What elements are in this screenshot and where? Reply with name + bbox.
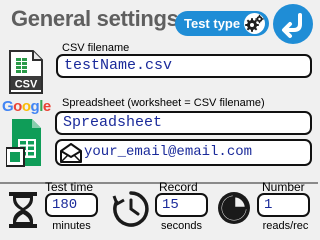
csv-filename-input[interactable]: testName.csv xyxy=(56,54,312,78)
clock-icon xyxy=(112,190,150,228)
test-type-button[interactable]: Test type xyxy=(175,11,269,36)
google-sheets-icon xyxy=(5,117,42,167)
pie-chart-icon xyxy=(216,190,252,226)
gear-icon xyxy=(244,13,265,34)
test-type-label: Test type xyxy=(184,16,241,31)
test-time-input[interactable]: 180 xyxy=(45,193,98,217)
back-button[interactable] xyxy=(273,4,313,44)
number-input[interactable]: 1 xyxy=(257,193,310,217)
email-field[interactable]: your_email@email.com xyxy=(55,139,312,166)
email-value: your_email@email.com xyxy=(84,144,253,160)
number-unit: reads/rec xyxy=(262,220,309,232)
test-time-label: Test time xyxy=(45,180,94,194)
csv-filename-label: CSV filename xyxy=(62,42,130,54)
hourglass-icon xyxy=(8,192,38,228)
page-title: General settings xyxy=(11,6,179,31)
csv-icon-text: CSV xyxy=(15,79,38,91)
spreadsheet-label: Spreadsheet (worksheet = CSV filename) xyxy=(62,97,265,109)
record-unit: seconds xyxy=(161,220,202,232)
test-time-unit: minutes xyxy=(52,220,91,232)
email-icon xyxy=(60,143,82,163)
spreadsheet-input[interactable]: Spreadsheet xyxy=(55,111,312,135)
google-logo: Google xyxy=(2,98,51,115)
record-input[interactable]: 15 xyxy=(155,193,208,217)
csv-file-icon: CSV xyxy=(8,50,44,94)
number-label: Number xyxy=(262,180,305,194)
back-arrow-icon xyxy=(282,13,302,38)
record-label: Record xyxy=(159,180,198,194)
